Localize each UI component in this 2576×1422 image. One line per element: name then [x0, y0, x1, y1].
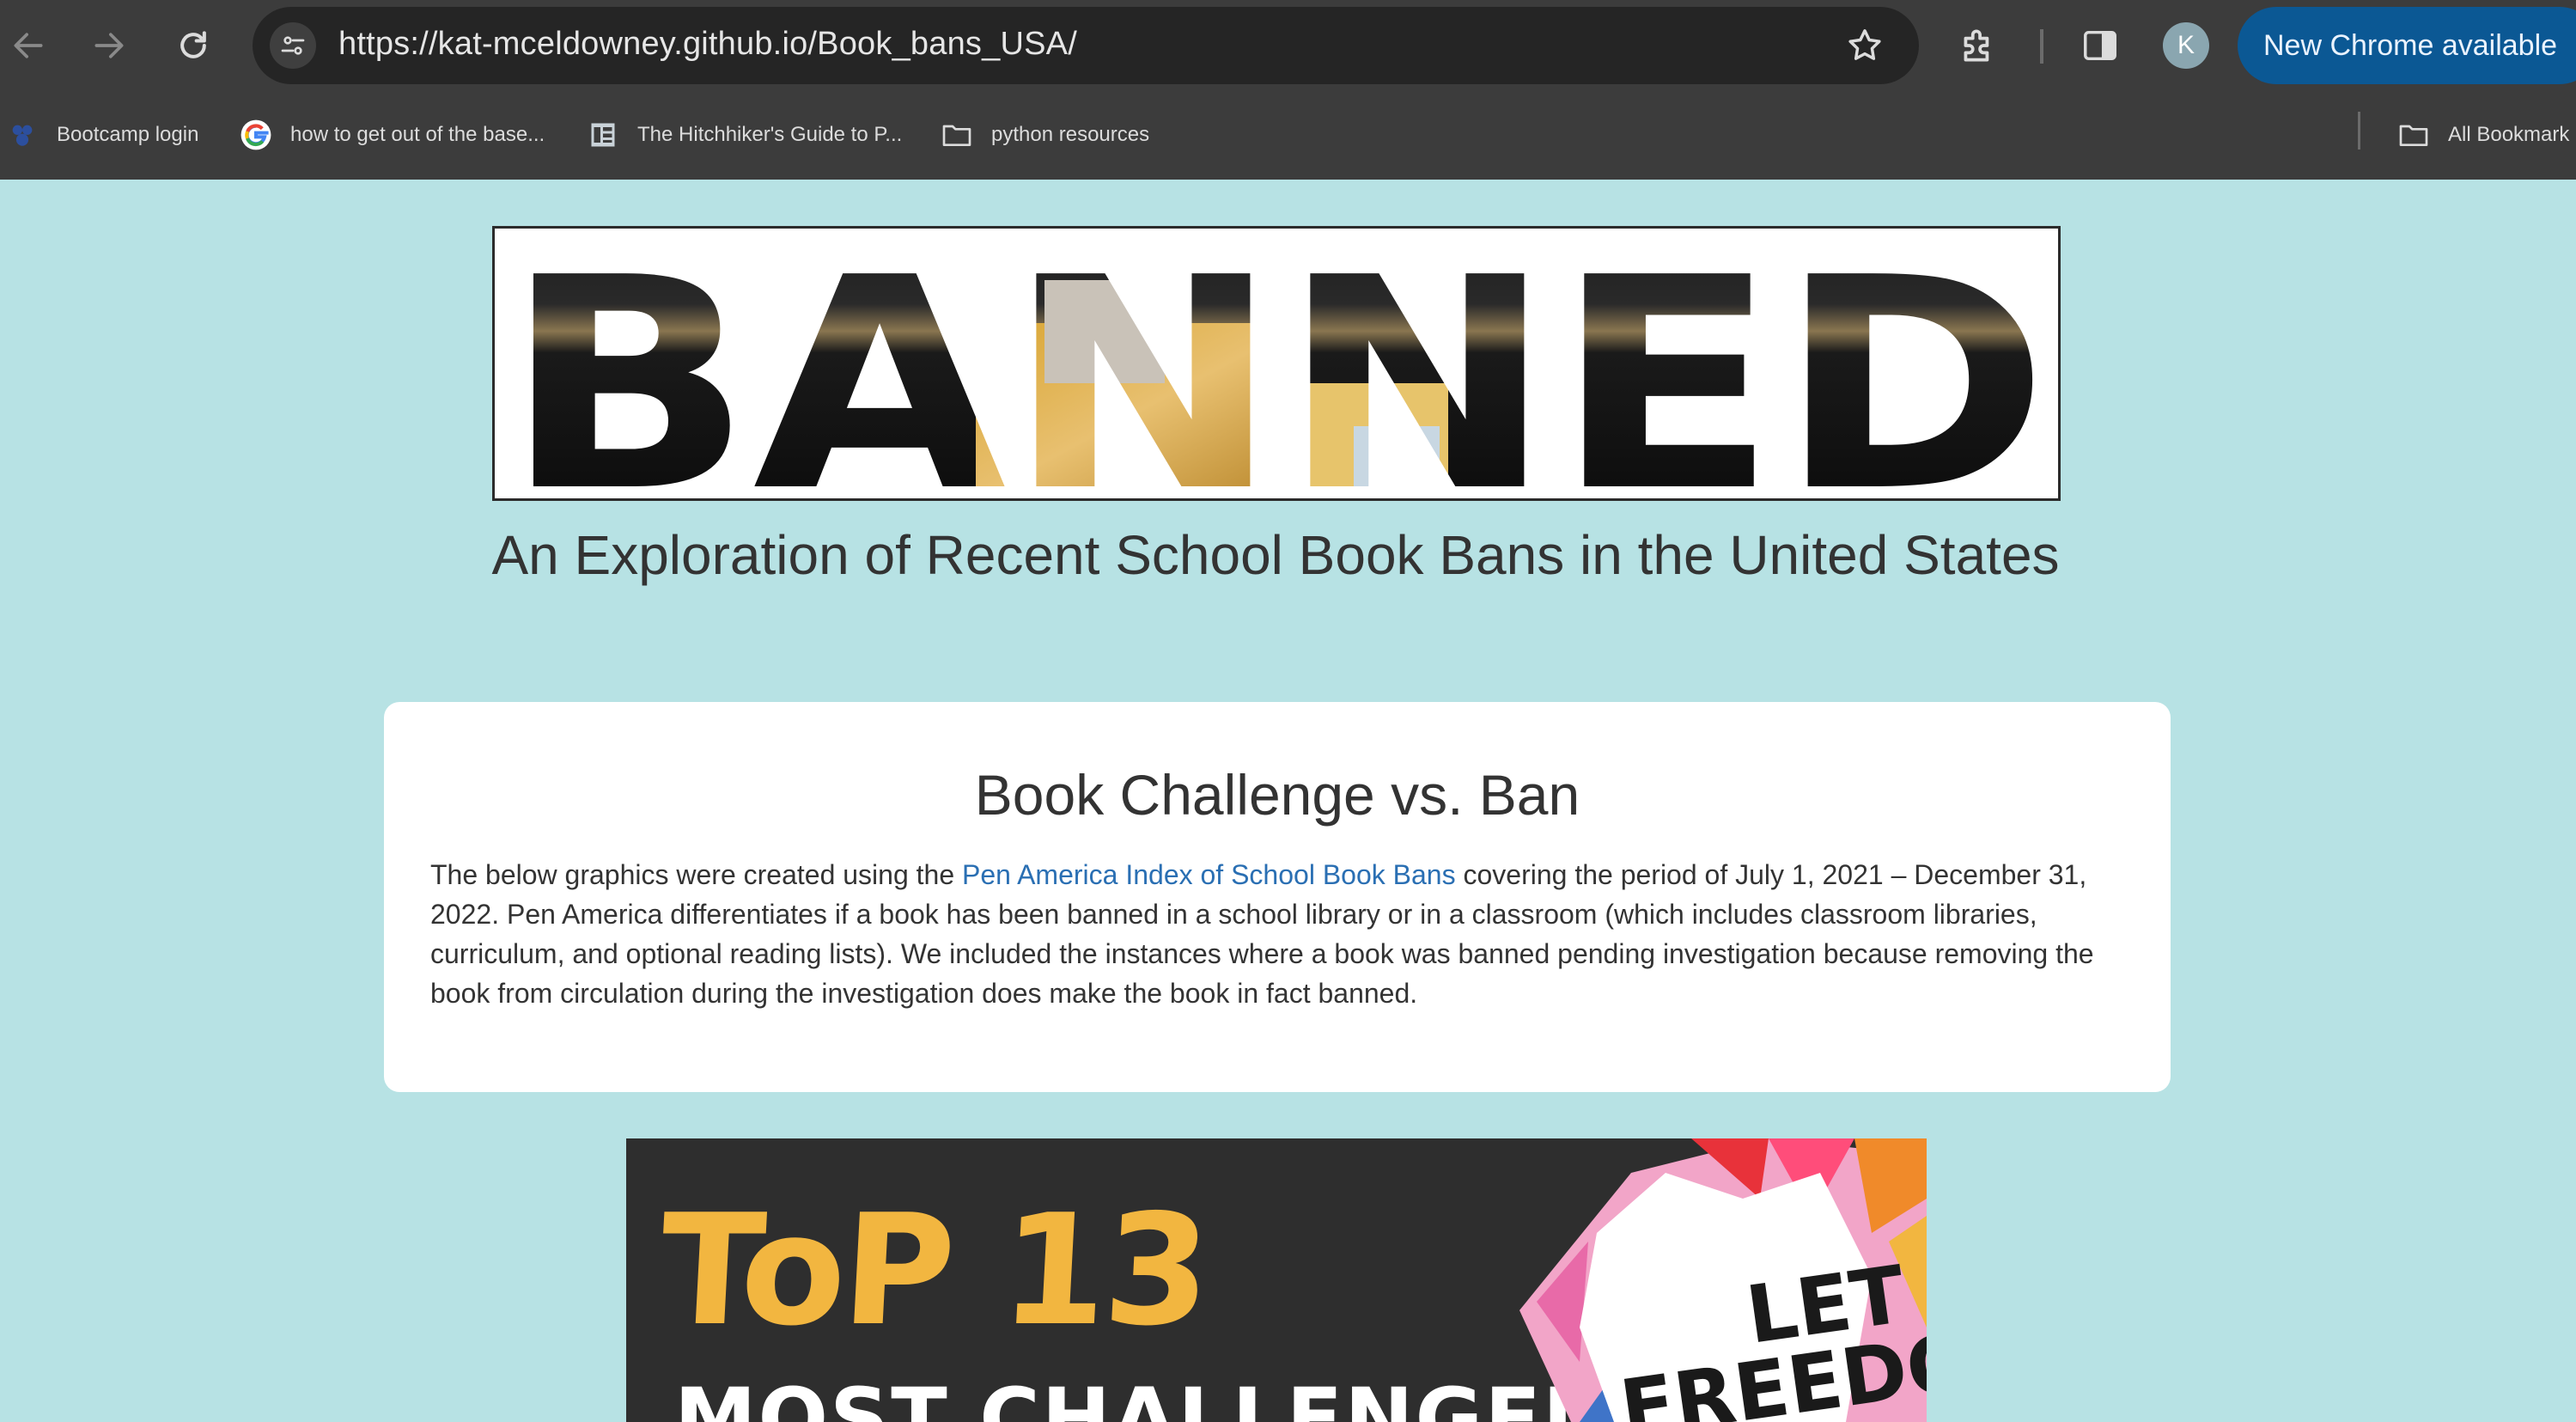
bookmarks-bar: Bootcamp login how to get out of the bas…	[0, 90, 2576, 180]
folder-icon	[940, 118, 974, 152]
bookmark-label: Bootcamp login	[57, 123, 199, 146]
puzzle-icon	[1964, 29, 1989, 62]
poster-subhead: MOST CHALLENGED	[674, 1370, 1613, 1422]
page-content: BANNED BANNED An Exploration of Recent S…	[0, 180, 2576, 1422]
back-button[interactable]	[5, 22, 52, 69]
bootcamp-icon	[5, 118, 40, 152]
page-subtitle: An Exploration of Recent School Book Ban…	[491, 524, 2060, 586]
banned-banner-image: BANNED BANNED	[492, 226, 2061, 501]
bookmarks-divider	[2358, 112, 2360, 150]
bookmark-google-search[interactable]: how to get out of the base...	[239, 109, 545, 161]
folder-icon	[2396, 118, 2431, 152]
star-icon	[1848, 29, 1881, 60]
side-panel-icon	[2084, 30, 2116, 61]
bookmark-bootcamp[interactable]: Bootcamp login	[5, 109, 198, 161]
card-body: The below graphics were created using th…	[430, 855, 2140, 1013]
book-icon	[586, 118, 620, 152]
back-arrow-icon	[14, 33, 43, 58]
reload-icon	[180, 31, 206, 58]
side-panel-button[interactable]	[2080, 26, 2120, 65]
profile-avatar[interactable]: K	[2163, 22, 2209, 69]
info-card: Book Challenge vs. Ban The below graphic…	[384, 702, 2171, 1092]
poster-headline: ToP 13	[655, 1181, 1212, 1359]
bookmark-label: The Hitchhiker's Guide to P...	[637, 123, 903, 146]
extensions-button[interactable]	[1957, 24, 2000, 67]
reload-button[interactable]	[170, 22, 216, 69]
pen-america-link[interactable]: Pen America Index of School Book Bans	[962, 859, 1456, 890]
banner-art: BANNED BANNED	[503, 229, 2050, 498]
bookmark-star-button[interactable]	[1845, 26, 1885, 65]
all-bookmarks-folder[interactable]: All Bookmark	[2396, 109, 2569, 161]
banner-text: BANNED	[503, 229, 2049, 498]
top13-poster-image: ToP 13 MOST CHALLENGED LET FREEDOM	[626, 1138, 1927, 1422]
toolbar-divider	[2040, 29, 2043, 64]
browser-toolbar: https://kat-mceldowney.github.io/Book_ba…	[0, 0, 2576, 90]
tune-icon	[281, 36, 305, 55]
site-info-button[interactable]	[270, 22, 316, 69]
bookmark-hitchhikers-guide[interactable]: The Hitchhiker's Guide to P...	[586, 109, 902, 161]
forward-button[interactable]	[86, 22, 132, 69]
address-bar[interactable]: https://kat-mceldowney.github.io/Book_ba…	[253, 7, 1919, 84]
bookmark-folder-python[interactable]: python resources	[940, 109, 1149, 161]
google-icon	[239, 118, 273, 152]
forward-arrow-icon	[94, 33, 124, 58]
intro-text-start: The below graphics were created using th…	[430, 859, 963, 890]
bookmark-label: python resources	[991, 123, 1150, 146]
update-chrome-button[interactable]: New Chrome available	[2238, 7, 2576, 84]
bookmark-label: how to get out of the base...	[290, 123, 545, 146]
url-text[interactable]: https://kat-mceldowney.github.io/Book_ba…	[338, 26, 1077, 63]
bookmark-label: All Bookmark	[2448, 123, 2570, 146]
card-title: Book Challenge vs. Ban	[974, 763, 1580, 827]
